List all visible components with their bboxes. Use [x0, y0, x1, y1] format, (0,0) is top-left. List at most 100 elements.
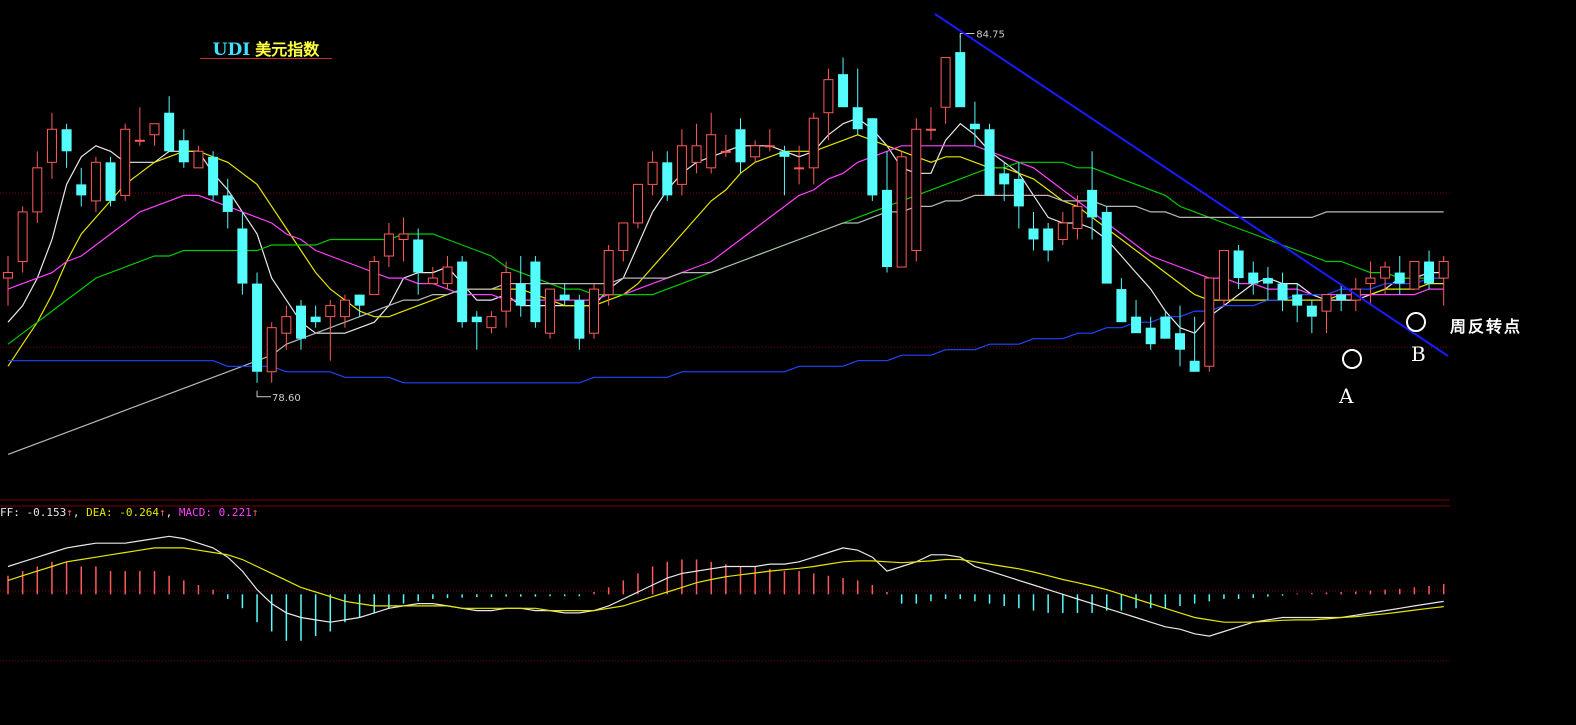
candle-body-down [779, 151, 790, 157]
candle-body-down [164, 112, 175, 152]
candle-body-down [222, 195, 233, 212]
candle-body-up [720, 150, 731, 153]
candle-body-up [794, 167, 805, 170]
candle-body-down [1292, 294, 1303, 306]
candle-body-up [120, 128, 131, 196]
candle-body-up [589, 288, 599, 334]
candle-body-up [1380, 266, 1391, 279]
candle-body-up [398, 233, 409, 240]
candle-body-up [603, 250, 614, 296]
candle-body-down [662, 162, 673, 196]
candle-body-down [838, 74, 849, 108]
candle-body-up [706, 134, 717, 169]
candle-body-down [1248, 272, 1259, 284]
candle-body-down [1336, 294, 1347, 301]
candle-body-up [1321, 294, 1332, 312]
candle-body-up [325, 305, 336, 318]
candle-body-down [208, 156, 219, 196]
legend-comma-2: , [165, 506, 173, 519]
candle-body-down [1233, 250, 1244, 279]
candle-body-down [237, 228, 248, 284]
candle-body-up [17, 211, 28, 263]
candle-body-down [515, 283, 526, 306]
candle-body-down [76, 184, 87, 196]
label-point-b: B [1411, 342, 1426, 366]
circle-point-b [1406, 312, 1426, 332]
legend-dea-arrow: ↑ [158, 506, 166, 519]
candle-body-down [1028, 228, 1039, 240]
candle-body-up [1218, 250, 1229, 301]
candle-body-down [1131, 316, 1142, 334]
candle-body-down [955, 52, 966, 108]
legend-dea: DEA: -0.264 [86, 506, 159, 519]
candle-body-up [1204, 277, 1215, 367]
circle-point-a [1342, 349, 1362, 369]
candle-body-up [940, 57, 951, 108]
legend-macd: MACD: 0.221 [178, 506, 252, 519]
candle-body-down [1306, 305, 1317, 317]
candle-body-down [1013, 178, 1024, 207]
candle-body-down [413, 239, 424, 273]
candle-body-down [1262, 278, 1273, 284]
legend-dif-arrow: ↑ [66, 506, 73, 519]
candle-body-up [764, 145, 775, 148]
chart-canvas: 84.75 78.60 [0, 13, 1450, 662]
candle-body-down [852, 107, 863, 130]
candle-body-up [808, 117, 819, 169]
candle-body-up [339, 299, 350, 318]
candle-body-up [369, 261, 380, 296]
candle-body-up [545, 288, 556, 334]
candle-body-up [1409, 261, 1420, 290]
candle-body-down [999, 173, 1010, 185]
candle-body-down [1277, 283, 1288, 301]
candle-body-down [354, 294, 365, 306]
candle-body-up [1438, 261, 1449, 279]
chart-title: UDI 美元指数 [200, 36, 332, 60]
candle-body-down [310, 316, 321, 323]
candle-body-down [296, 305, 306, 339]
candle-body-up [442, 266, 453, 285]
candle-body-up [46, 128, 57, 163]
candle-body-down [1116, 289, 1127, 323]
candle-body-up [134, 139, 145, 142]
low-label: 78.60 [272, 393, 301, 404]
candle-body-up [925, 128, 936, 131]
candle-body-down [867, 118, 878, 196]
label-point-a: A [1339, 384, 1354, 408]
candle-body-down [969, 123, 980, 130]
candle-body-up [149, 123, 160, 136]
macd-legend: FF: -0.153↑, DEA: -0.264↑, MACD: 0.221↑ [0, 506, 258, 519]
legend-comma-1: , [72, 506, 80, 519]
candle-body-up [1072, 205, 1083, 229]
candle-body-down [1189, 360, 1200, 372]
candle-body-up [691, 145, 702, 163]
ma-line-ma60 [7, 194, 1444, 455]
candle-body-up [486, 316, 497, 329]
candle-body-down [1145, 327, 1156, 345]
candle-body-down [178, 140, 189, 163]
candle-body-down [1160, 316, 1171, 339]
candle-body-up [266, 327, 277, 373]
title-underline [200, 58, 332, 59]
candle-body-up [501, 272, 512, 312]
low-marker [256, 390, 272, 398]
candle-body-up [281, 316, 292, 334]
candle-body-down [530, 261, 541, 323]
candle-body-up [632, 183, 643, 224]
candle-body-up [32, 167, 43, 213]
candle-body-down [61, 129, 72, 152]
candle-body-down [882, 189, 892, 268]
candle-body-up [90, 161, 101, 202]
candle-body-down [574, 300, 585, 339]
candle-body-down [1424, 261, 1435, 284]
candle-body-down [559, 294, 570, 301]
candle-body-up [823, 79, 834, 114]
candle-body-up [911, 128, 922, 252]
candle-body-up [1057, 222, 1068, 240]
candle-body-up [896, 156, 907, 268]
candle-body-up [1365, 277, 1376, 285]
candle-body-down [1043, 228, 1054, 251]
label-reversal-note: 周反转点 [1450, 317, 1523, 336]
candle-body-up [383, 233, 394, 257]
candle-body-down [1394, 272, 1405, 284]
